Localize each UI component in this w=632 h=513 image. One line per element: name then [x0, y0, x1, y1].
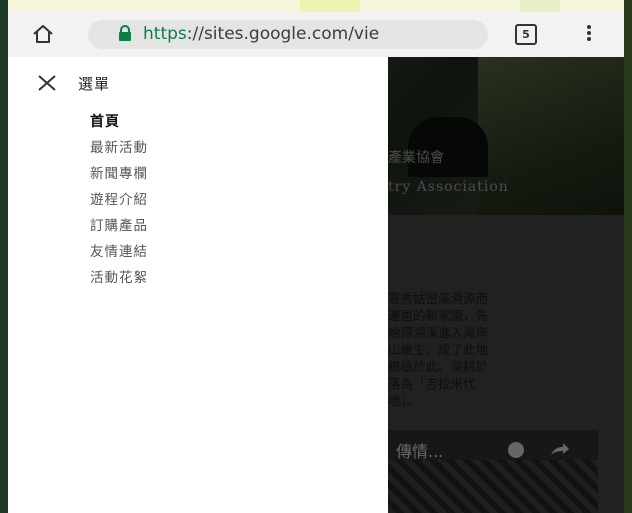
- frame-top: [0, 0, 632, 12]
- overflow-menu-icon[interactable]: [586, 25, 592, 45]
- nav-item-products[interactable]: 訂購產品: [90, 213, 148, 239]
- frame-left: [0, 0, 8, 513]
- lock-icon: [119, 25, 131, 41]
- nav-menu: 首頁 最新活動 新聞專欄 遊程介紹 訂購產品 友情連結 活動花絮: [90, 109, 148, 291]
- url-text[interactable]: https://sites.google.com/vie: [143, 22, 483, 46]
- drawer-scrim[interactable]: [388, 57, 624, 513]
- phone-screen: https://sites.google.com/vie 5 產業協會 try …: [8, 12, 624, 513]
- frame-right: [624, 0, 632, 513]
- url-rest: ://sites.google.com/vie: [186, 24, 380, 44]
- nav-item-latest-events[interactable]: 最新活動: [90, 135, 148, 161]
- nav-item-links[interactable]: 友情連結: [90, 239, 148, 265]
- nav-item-home[interactable]: 首頁: [90, 109, 148, 135]
- drawer-title: 選單: [78, 75, 111, 93]
- nav-item-gallery[interactable]: 活動花絮: [90, 265, 148, 291]
- url-scheme: https: [143, 24, 187, 44]
- close-icon[interactable]: [36, 74, 58, 92]
- nav-item-news[interactable]: 新聞專欄: [90, 161, 148, 187]
- nav-item-tours[interactable]: 遊程介紹: [90, 187, 148, 213]
- home-icon[interactable]: [32, 23, 54, 45]
- navigation-drawer: 選單 首頁 最新活動 新聞專欄 遊程介紹 訂購產品 友情連結 活動花絮: [8, 57, 388, 513]
- tabs-icon[interactable]: 5: [515, 24, 537, 45]
- browser-toolbar: https://sites.google.com/vie 5: [8, 12, 624, 58]
